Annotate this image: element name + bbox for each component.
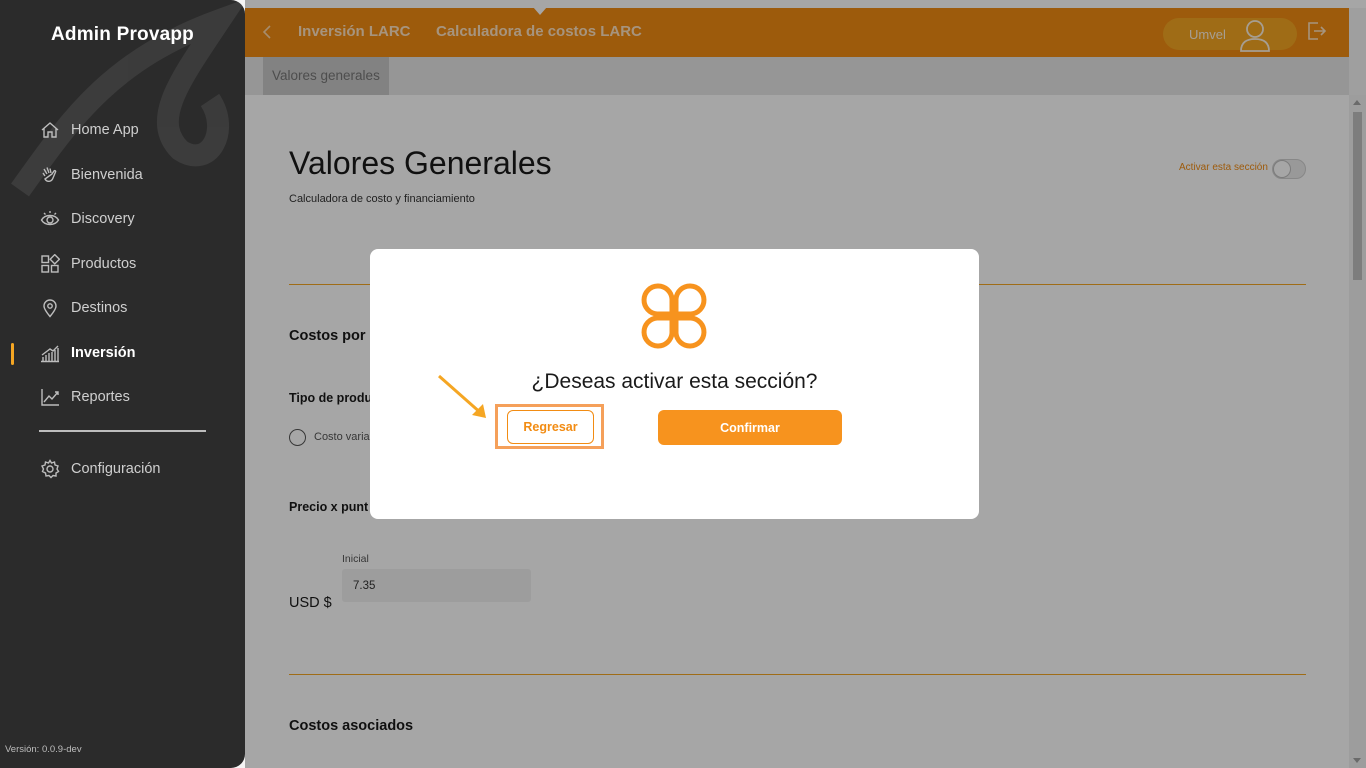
sidebar-item-home-app[interactable]: Home App — [0, 108, 245, 153]
sidebar-nav: Home App Bienvenida Discovery Productos … — [0, 108, 245, 420]
back-button[interactable]: Regresar — [507, 410, 594, 444]
home-icon — [39, 119, 61, 141]
active-indicator — [11, 342, 14, 365]
bar-chart-icon — [39, 342, 61, 364]
app-brand: Admin Provapp — [50, 24, 194, 45]
sidebar-item-discovery[interactable]: Discovery — [0, 197, 245, 242]
sidebar-item-label: Destinos — [71, 300, 128, 317]
grid-icon — [39, 253, 61, 275]
sidebar-item-reportes[interactable]: Reportes — [0, 375, 245, 420]
location-pin-icon — [39, 297, 61, 319]
wave-hand-icon — [39, 164, 61, 186]
sidebar-item-destinos[interactable]: Destinos — [0, 286, 245, 331]
sidebar-item-label: Reportes — [71, 389, 130, 406]
sidebar-divider — [39, 430, 206, 432]
gear-icon — [39, 458, 61, 480]
sidebar-item-label: Discovery — [71, 211, 135, 228]
sidebar-item-label: Inversión — [71, 344, 136, 361]
eye-icon — [39, 208, 61, 230]
sidebar-item-configuracion[interactable]: Configuración — [0, 447, 245, 492]
sidebar-item-label: Bienvenida — [71, 166, 143, 183]
app-version: Versión: 0.0.9-dev — [5, 744, 82, 755]
sidebar-item-inversion[interactable]: Inversión — [0, 331, 245, 376]
sidebar-item-label: Home App — [71, 122, 139, 139]
annotation-arrow-icon — [438, 374, 486, 418]
clover-logo-icon — [640, 282, 708, 350]
sidebar: Admin Provapp Home App Bienvenida Discov… — [0, 0, 245, 768]
sidebar-item-label: Configuración — [71, 461, 161, 478]
sidebar-item-productos[interactable]: Productos — [0, 242, 245, 287]
confirm-button[interactable]: Confirmar — [658, 410, 842, 445]
sidebar-item-label: Productos — [71, 255, 137, 272]
line-chart-icon — [39, 386, 61, 408]
sidebar-item-bienvenida[interactable]: Bienvenida — [0, 153, 245, 198]
